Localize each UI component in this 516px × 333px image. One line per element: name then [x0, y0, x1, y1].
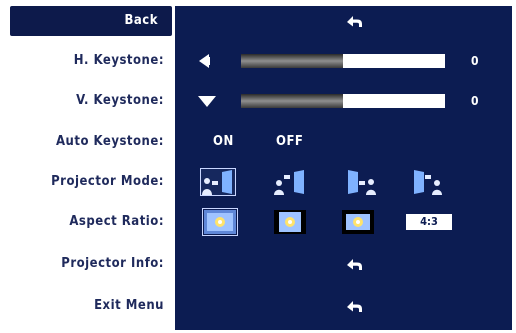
h-keystone-slider-fill	[241, 54, 343, 68]
row-projector-mode	[175, 167, 512, 197]
v-keystone-slider[interactable]	[241, 94, 445, 108]
menu-labels: Back H. Keystone: V. Keystone: Auto Keys…	[0, 6, 172, 330]
enter-return-icon[interactable]	[345, 11, 365, 31]
auto-keystone-on-option[interactable]: ON	[213, 127, 234, 157]
menu-item-back[interactable]: Back	[10, 6, 172, 36]
aspect-4-3-button[interactable]: 4:3	[405, 213, 453, 231]
front-ceiling-icon[interactable]	[273, 169, 307, 195]
aspect-original-icon[interactable]	[202, 208, 238, 236]
projector-osd-menu: Back H. Keystone: V. Keystone: Auto Keys…	[0, 0, 516, 333]
row-projector-info	[175, 249, 512, 279]
settings-panel: 0 0 ON OFF 4:3	[175, 6, 512, 330]
aspect-4-3-icon[interactable]	[341, 209, 375, 235]
row-exit-menu	[175, 291, 512, 321]
menu-item-h-keystone[interactable]: H. Keystone:	[74, 46, 164, 76]
row-v-keystone: 0	[175, 86, 512, 116]
h-keystone-value: 0	[471, 54, 479, 68]
h-keystone-slider[interactable]	[241, 54, 445, 68]
menu-item-v-keystone[interactable]: V. Keystone:	[76, 86, 164, 116]
row-auto-keystone: ON OFF	[175, 127, 512, 157]
auto-keystone-off-option[interactable]: OFF	[276, 127, 303, 157]
row-back	[175, 6, 512, 36]
v-keystone-slider-fill	[241, 94, 343, 108]
menu-item-projector-mode[interactable]: Projector Mode:	[51, 167, 164, 197]
triangle-down-icon[interactable]	[198, 96, 216, 107]
rear-projection-icon[interactable]	[345, 169, 379, 195]
enter-return-icon[interactable]	[345, 254, 365, 274]
enter-return-icon[interactable]	[345, 296, 365, 316]
menu-item-exit-menu[interactable]: Exit Menu	[94, 291, 164, 321]
front-projection-icon[interactable]	[200, 168, 236, 196]
row-aspect-ratio: 4:3	[175, 207, 512, 237]
menu-item-projector-info[interactable]: Projector Info:	[61, 249, 164, 279]
triangle-left-icon-stub	[206, 57, 210, 65]
v-keystone-value: 0	[471, 94, 479, 108]
menu-item-auto-keystone[interactable]: Auto Keystone:	[56, 127, 164, 157]
menu-item-aspect-ratio[interactable]: Aspect Ratio:	[69, 207, 164, 237]
aspect-16-9-icon[interactable]	[273, 209, 307, 235]
rear-ceiling-icon[interactable]	[411, 169, 445, 195]
row-h-keystone: 0	[175, 46, 512, 76]
